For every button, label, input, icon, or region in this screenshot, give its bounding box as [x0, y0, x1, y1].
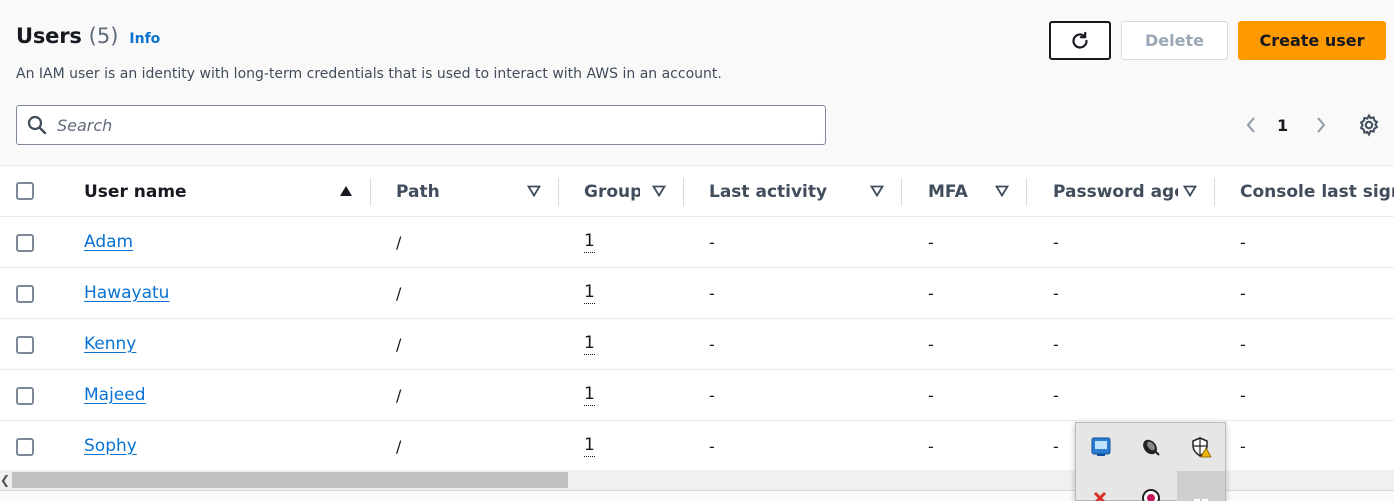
password-age-cell: - — [1053, 283, 1059, 303]
column-divider[interactable] — [1026, 178, 1027, 206]
console-last-sign-in-cell: - — [1240, 385, 1246, 405]
search-box — [16, 105, 826, 145]
mfa-cell: - — [928, 436, 934, 456]
path-cell: / — [396, 436, 402, 456]
page-title: Users — [16, 24, 82, 48]
page-header: Users (5) Info An IAM user is an identit… — [0, 0, 1394, 165]
column-divider[interactable] — [558, 178, 559, 206]
table-row: Hawayatu / 1 - - - - — [0, 268, 1394, 319]
user-name-link[interactable]: Sophy — [84, 436, 137, 456]
security-shield-warning-icon[interactable] — [1177, 424, 1225, 470]
column-header-console-last-sign-in[interactable]: Console last sign-in — [1240, 166, 1394, 217]
search-input[interactable] — [57, 115, 797, 135]
groups-count[interactable]: 1 — [584, 333, 595, 355]
path-cell: / — [396, 283, 402, 303]
password-age-cell: - — [1053, 436, 1059, 456]
mfa-cell: - — [928, 334, 934, 354]
column-divider[interactable] — [683, 178, 684, 206]
row-checkbox[interactable] — [16, 438, 34, 456]
path-cell: / — [396, 385, 402, 405]
previous-page-button[interactable] — [1240, 112, 1262, 138]
sort-icon[interactable] — [652, 184, 666, 198]
console-last-sign-in-cell: - — [1240, 283, 1246, 303]
user-name-link[interactable]: Adam — [84, 232, 133, 252]
path-cell: / — [396, 334, 402, 354]
mfa-cell: - — [928, 232, 934, 252]
search-icon — [17, 106, 57, 144]
console-last-sign-in-cell: - — [1240, 232, 1246, 252]
title-row: Users (5) Info — [16, 24, 160, 48]
chevron-right-icon — [1317, 117, 1326, 133]
table-preferences-button[interactable] — [1356, 112, 1382, 138]
table-row: Kenny / 1 - - - - — [0, 319, 1394, 370]
user-name-link[interactable]: Hawayatu — [84, 283, 169, 303]
password-age-cell: - — [1053, 385, 1059, 405]
password-age-cell: - — [1053, 334, 1059, 354]
select-all-checkbox[interactable] — [16, 182, 34, 200]
row-checkbox[interactable] — [16, 336, 34, 354]
last-activity-cell: - — [709, 283, 715, 303]
scroll-left-arrow-icon[interactable]: ❮ — [0, 472, 10, 488]
badge-icon[interactable] — [1127, 471, 1175, 501]
system-tray-overflow — [1075, 422, 1226, 501]
sort-ascending-icon[interactable] — [339, 184, 353, 198]
chevron-left-icon — [1246, 117, 1255, 133]
scrollbar-thumb[interactable] — [12, 472, 568, 488]
column-divider[interactable] — [1214, 178, 1215, 206]
column-header-password-age[interactable]: Password age — [1053, 166, 1178, 217]
sort-icon[interactable] — [1183, 184, 1197, 198]
intel-graphics-icon[interactable] — [1077, 424, 1125, 470]
last-activity-cell: - — [709, 436, 715, 456]
page-description: An IAM user is an identity with long-ter… — [16, 66, 722, 82]
column-header-groups[interactable]: Groups — [584, 166, 640, 217]
sort-icon[interactable] — [527, 184, 541, 198]
groups-count[interactable]: 1 — [584, 384, 595, 406]
satellite-dish-icon[interactable] — [1127, 424, 1175, 470]
column-header-mfa[interactable]: MFA — [928, 166, 988, 217]
last-activity-cell: - — [709, 385, 715, 405]
user-name-link[interactable]: Majeed — [84, 385, 146, 405]
user-count: (5) — [88, 24, 119, 48]
last-activity-cell: - — [709, 232, 715, 252]
row-checkbox[interactable] — [16, 285, 34, 303]
mfa-cell: - — [928, 283, 934, 303]
groups-count[interactable]: 1 — [584, 435, 595, 457]
user-name-link[interactable]: Kenny — [84, 334, 136, 354]
refresh-icon — [1072, 31, 1088, 49]
column-divider[interactable] — [901, 178, 902, 206]
console-last-sign-in-cell: - — [1240, 334, 1246, 354]
sort-icon[interactable] — [870, 184, 884, 198]
mfa-cell: - — [928, 385, 934, 405]
delete-button[interactable]: Delete — [1121, 21, 1228, 60]
table-header: User name Path Groups Last activity MFA … — [0, 166, 1394, 217]
row-checkbox[interactable] — [16, 387, 34, 405]
groups-count[interactable]: 1 — [584, 282, 595, 304]
path-cell: / — [396, 232, 402, 252]
console-last-sign-in-cell: - — [1240, 436, 1246, 456]
windows-icon[interactable] — [1177, 471, 1225, 501]
sort-icon[interactable] — [995, 184, 1009, 198]
next-page-button[interactable] — [1310, 112, 1332, 138]
groups-count[interactable]: 1 — [584, 231, 595, 253]
table-row: Adam / 1 - - - - — [0, 217, 1394, 268]
info-link[interactable]: Info — [129, 31, 160, 47]
current-page-number[interactable]: 1 — [1277, 112, 1288, 138]
create-user-button[interactable]: Create user — [1238, 21, 1386, 60]
last-activity-cell: - — [709, 334, 715, 354]
refresh-button[interactable] — [1049, 21, 1111, 60]
column-header-path[interactable]: Path — [396, 166, 516, 217]
gear-icon — [1359, 113, 1379, 137]
red-x-icon[interactable] — [1077, 471, 1125, 501]
row-checkbox[interactable] — [16, 234, 34, 252]
column-divider[interactable] — [370, 178, 371, 206]
column-header-last-activity[interactable]: Last activity — [709, 166, 859, 217]
column-header-user-name[interactable]: User name — [84, 166, 334, 217]
table-row: Majeed / 1 - - - - — [0, 370, 1394, 421]
password-age-cell: - — [1053, 232, 1059, 252]
